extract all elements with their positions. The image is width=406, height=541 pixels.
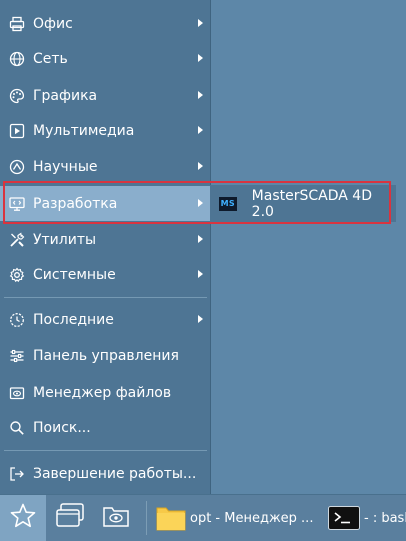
menu-item-label: Офис [33, 15, 73, 32]
submenu-arrow-icon [198, 126, 203, 134]
search-icon [8, 419, 26, 437]
submenu-arrow-icon [198, 199, 203, 207]
menu-item-system[interactable]: Системные [0, 257, 210, 292]
submenu-arrow-icon [198, 19, 203, 27]
file-manager-icon [100, 502, 132, 534]
menu-item-label: Панель управления [33, 347, 179, 364]
palette-icon [8, 87, 26, 105]
file-manager-launcher[interactable] [96, 495, 136, 541]
menu-item-label: Последние [33, 311, 114, 328]
menu-item-office[interactable]: Офис [0, 6, 210, 41]
submenu-arrow-icon [198, 235, 203, 243]
menu-separator [4, 450, 207, 451]
folder-icon [156, 505, 186, 531]
submenu-arrow-icon [198, 91, 203, 99]
taskbar-separator [146, 501, 147, 535]
menu-item-label: Утилиты [33, 231, 97, 248]
menu-item-label: Графика [33, 87, 98, 104]
submenu-arrow-icon [198, 54, 203, 62]
dev-monitor-icon [8, 195, 26, 213]
task-file-manager[interactable]: opt - Менеджер ... [156, 495, 316, 541]
menu-item-label: Завершение работы... [33, 465, 197, 482]
submenu-arrow-icon [198, 315, 203, 323]
logout-icon [8, 465, 26, 483]
menu-item-label: Разработка [33, 195, 118, 212]
menu-item-search[interactable]: Поиск... [0, 410, 210, 445]
file-manager-icon [8, 384, 26, 402]
start-menu: Офис Сеть Графика Мультимедиа Научные Ра… [0, 0, 211, 494]
submenu-development: MS MasterSCADA 4D 2.0 [210, 185, 396, 222]
show-desktop-button[interactable] [50, 495, 90, 541]
menu-item-development[interactable]: Разработка [0, 186, 210, 221]
menu-item-label: Системные [33, 266, 116, 283]
menu-item-label: Научные [33, 158, 98, 175]
history-icon [8, 311, 26, 329]
menu-item-label: Мультимедиа [33, 122, 135, 139]
menu-item-label: Менеджер файлов [33, 384, 172, 401]
star-icon [9, 502, 37, 534]
submenu-arrow-icon [198, 270, 203, 278]
gear-icon [8, 266, 26, 284]
sliders-icon [8, 347, 26, 365]
menu-item-control-panel[interactable]: Панель управления [0, 338, 210, 373]
menu-item-multimedia[interactable]: Мультимедиа [0, 113, 210, 148]
menu-item-label: Поиск... [33, 419, 91, 436]
menu-item-file-manager[interactable]: Менеджер файлов [0, 375, 210, 410]
menu-separator [4, 297, 207, 298]
menu-item-recent[interactable]: Последние [0, 302, 210, 337]
taskbar: opt - Менеджер ... - : bash [0, 494, 406, 541]
terminal-icon [328, 506, 360, 530]
menu-item-network[interactable]: Сеть [0, 41, 210, 76]
globe-icon [8, 50, 26, 68]
menu-item-label: Сеть [33, 50, 68, 67]
task-label: - : bash [364, 510, 406, 526]
task-label: opt - Менеджер ... [190, 510, 314, 526]
task-terminal[interactable]: - : bash [328, 495, 406, 541]
science-icon [8, 158, 26, 176]
printer-icon [8, 15, 26, 33]
menu-item-utilities[interactable]: Утилиты [0, 222, 210, 257]
masterscada-icon: MS [219, 196, 237, 211]
tools-icon [8, 231, 26, 249]
menu-item-graphics[interactable]: Графика [0, 78, 210, 113]
menu-item-science[interactable]: Научные [0, 149, 210, 184]
submenu-item-masterscada[interactable]: MasterSCADA 4D 2.0 [252, 188, 396, 220]
start-menu-button[interactable] [0, 495, 46, 541]
menu-item-shutdown[interactable]: Завершение работы... [0, 456, 210, 491]
play-icon [8, 122, 26, 140]
windows-icon [54, 502, 86, 534]
submenu-arrow-icon [198, 162, 203, 170]
